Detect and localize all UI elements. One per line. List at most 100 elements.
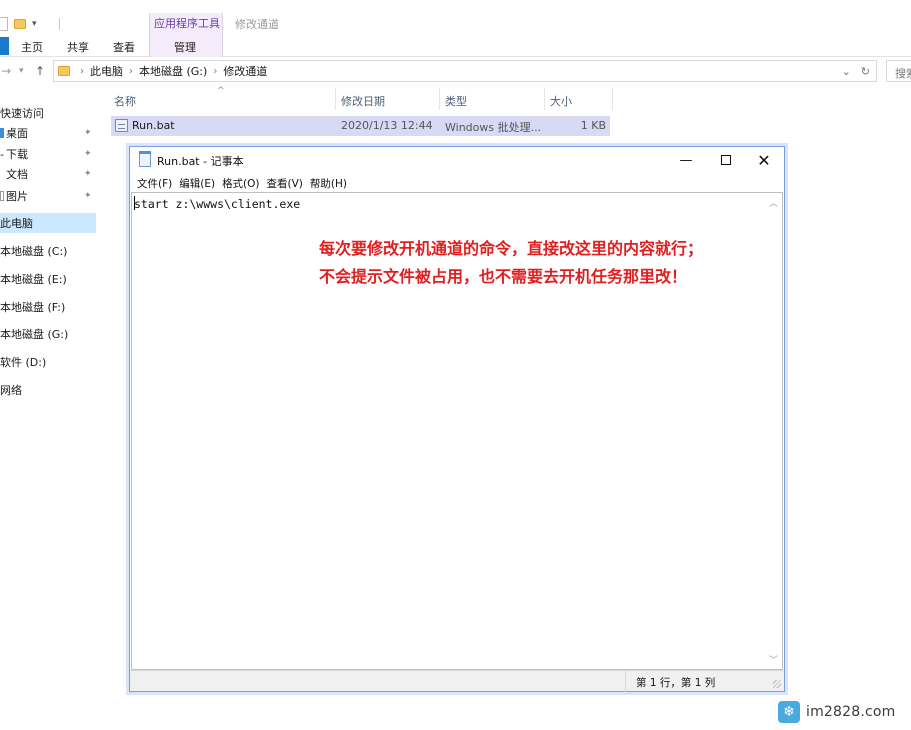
notepad-title: Run.bat - 记事本	[157, 155, 244, 168]
chevron-right-icon[interactable]: ›	[80, 66, 84, 77]
nav-drive-c[interactable]: 本地磁盘 (C:)	[0, 241, 96, 261]
status-bar: 第 1 行，第 1 列	[130, 670, 784, 692]
editor-content[interactable]: start z:\wwws\client.exe	[134, 197, 300, 211]
desktop-icon	[0, 128, 4, 138]
ribbon: ▾ 应用程序工具 修改通道 主页 共享 查看 管理	[0, 0, 911, 57]
minimize-button[interactable]: —	[666, 147, 706, 173]
new-folder-icon[interactable]	[14, 19, 26, 29]
pictures-icon	[0, 191, 4, 201]
nav-label: 文档	[6, 168, 28, 181]
pin-icon[interactable]: ✦	[84, 191, 92, 201]
pin-icon[interactable]: ✦	[84, 149, 92, 159]
address-dropdown-icon[interactable]: ⌄	[842, 65, 851, 78]
nav-label: 本地磁盘 (C:)	[0, 245, 68, 258]
file-tab[interactable]	[0, 37, 9, 55]
watermark: ❄ im2828.com	[778, 700, 896, 724]
nav-label: 软件 (D:)	[0, 356, 47, 369]
nav-drive-f[interactable]: 本地磁盘 (F:)	[0, 297, 96, 317]
qat-separator	[58, 18, 60, 30]
breadcrumb-drive-g[interactable]: 本地磁盘 (G:)	[139, 63, 207, 79]
resize-grip-icon[interactable]	[773, 680, 781, 688]
file-type: Windows 批处理...	[445, 121, 542, 134]
nav-label: 快速访问	[0, 107, 44, 120]
nav-label: 本地磁盘 (G:)	[0, 328, 69, 341]
pin-icon[interactable]: ✦	[84, 169, 92, 179]
scroll-down-icon[interactable]: ﹀	[769, 653, 778, 666]
tab-share[interactable]: 共享	[67, 38, 89, 56]
nav-drive-g[interactable]: 本地磁盘 (G:)	[0, 324, 96, 344]
chevron-right-icon[interactable]: ›	[129, 66, 133, 77]
tab-manage[interactable]: 管理	[174, 38, 196, 56]
maximize-icon	[721, 155, 731, 165]
pin-icon[interactable]: ✦	[84, 128, 92, 138]
annotation-line-1: 每次要修改开机通道的命令，直接改这里的内容就行；	[319, 239, 704, 258]
tab-view[interactable]: 查看	[113, 38, 135, 56]
breadcrumb-current-folder[interactable]: 修改通道	[223, 63, 267, 79]
menu-help[interactable]: 帮助(H)	[309, 174, 353, 192]
scroll-up-icon[interactable]: ︿	[769, 196, 778, 209]
minimize-icon: —	[679, 152, 693, 168]
cursor-position: 第 1 行，第 1 列	[625, 671, 765, 692]
file-row[interactable]: Run.bat 2020/1/13 12:44 Windows 批处理... 1…	[111, 116, 610, 136]
tab-home[interactable]: 主页	[21, 38, 43, 56]
file-name: Run.bat	[132, 119, 175, 132]
bat-file-icon	[115, 119, 128, 132]
annotation-line-2: 不会提示文件被占用，也不需要去开机任务那里改！	[319, 267, 688, 286]
menu-view[interactable]: 查看(V)	[266, 174, 309, 192]
close-button[interactable]: ✕	[744, 147, 784, 173]
nav-label: 网络	[0, 384, 22, 397]
nav-label: 图片	[6, 190, 28, 203]
close-icon: ✕	[757, 150, 771, 170]
nav-downloads[interactable]: - 下载 ✦	[0, 144, 96, 164]
chevron-down-icon[interactable]: ▾	[32, 19, 37, 29]
nav-label: 本地磁盘 (E:)	[0, 273, 67, 286]
download-icon: -	[0, 147, 4, 161]
up-arrow-icon[interactable]: ↑	[35, 64, 45, 78]
nav-label: 下载	[5, 148, 28, 161]
menu-bar: 文件(F) 编辑(E) 格式(O) 查看(V) 帮助(H)	[130, 174, 784, 192]
menu-format[interactable]: 格式(O)	[221, 174, 265, 192]
chevron-right-icon[interactable]: ›	[213, 66, 217, 77]
address-bar[interactable]: › 此电脑 › 本地磁盘 (G:) › 修改通道 ⌄ ↻	[53, 60, 877, 82]
nav-pictures[interactable]: 图片 ✦	[0, 186, 96, 206]
column-size[interactable]: 大小	[546, 88, 613, 110]
column-name[interactable]: 名称	[110, 88, 336, 110]
vertical-scrollbar[interactable]: ︿ ﹀	[765, 193, 782, 669]
nav-label: 本地磁盘 (F:)	[0, 301, 66, 314]
refresh-icon[interactable]: ↻	[861, 65, 870, 78]
nav-desktop[interactable]: 桌面 ✦	[0, 123, 96, 143]
nav-drive-d[interactable]: 软件 (D:)	[0, 352, 96, 372]
folder-icon	[58, 66, 70, 76]
column-date-modified[interactable]: 修改日期	[337, 88, 440, 110]
menu-file[interactable]: 文件(F)	[136, 174, 178, 192]
nav-quick-access[interactable]: 快速访问	[0, 103, 96, 123]
search-input[interactable]: 搜索	[886, 60, 911, 82]
nav-label: 桌面	[6, 127, 28, 140]
documents-icon	[0, 169, 4, 179]
maximize-button[interactable]	[706, 147, 746, 173]
quick-access-toolbar: ▾	[0, 14, 60, 34]
file-date: 2020/1/13 12:44	[341, 119, 433, 132]
nav-documents[interactable]: 文档 ✦	[0, 164, 96, 184]
nav-drive-e[interactable]: 本地磁盘 (E:)	[0, 269, 96, 289]
nav-this-pc[interactable]: 此电脑	[0, 213, 96, 233]
nav-network[interactable]: 网络	[0, 380, 96, 400]
address-toolbar: → ▾ ↑ › 此电脑 › 本地磁盘 (G:) › 修改通道 ⌄ ↻ 搜索	[0, 60, 911, 84]
properties-icon[interactable]	[0, 17, 8, 31]
recent-chevron-icon[interactable]: ▾	[19, 66, 24, 76]
column-type[interactable]: 类型	[441, 88, 545, 110]
window-title: 修改通道	[235, 18, 279, 31]
notepad-window: Run.bat - 记事本 — ✕ 文件(F) 编辑(E) 格式(O) 查看(V…	[129, 146, 785, 692]
notepad-icon[interactable]	[139, 151, 151, 167]
text-editor[interactable]: start z:\wwws\client.exe 每次要修改开机通道的命令，直接…	[131, 192, 783, 670]
breadcrumb-this-pc[interactable]: 此电脑	[90, 63, 123, 79]
file-size: 1 KB	[580, 119, 606, 132]
logo-icon: ❄	[778, 701, 800, 723]
menu-edit[interactable]: 编辑(E)	[178, 174, 221, 192]
forward-icon[interactable]: →	[1, 64, 11, 78]
tool-group-title: 应用程序工具	[154, 17, 220, 30]
watermark-text: im2828.com	[806, 704, 896, 720]
column-headers: 名称 修改日期 类型 大小	[110, 88, 630, 110]
notepad-titlebar[interactable]: Run.bat - 记事本 — ✕	[130, 147, 784, 173]
nav-label: 此电脑	[0, 217, 33, 230]
